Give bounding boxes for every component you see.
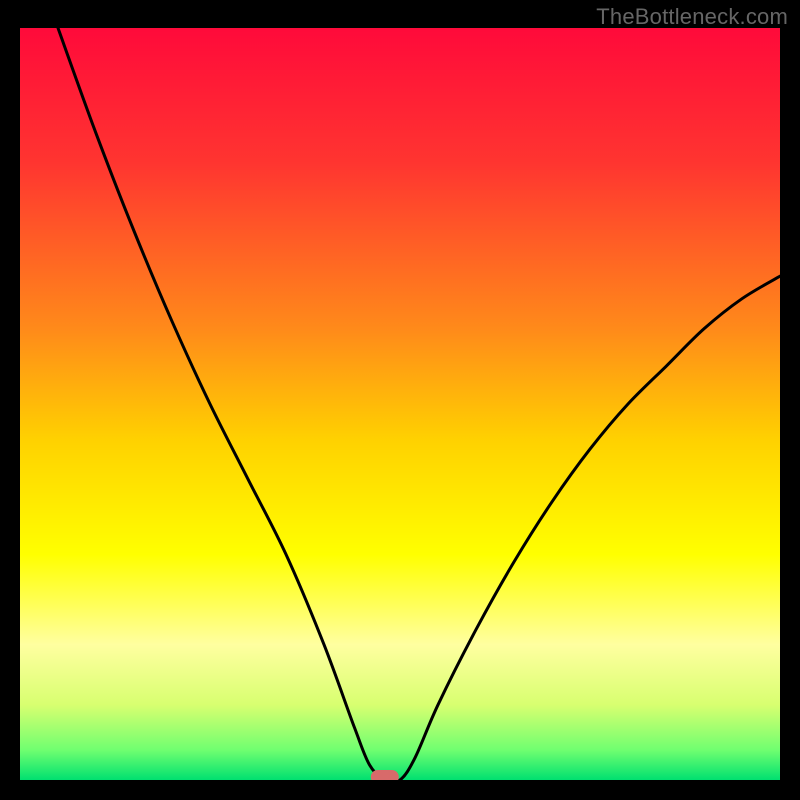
chart-frame: TheBottleneck.com (0, 0, 800, 800)
optimal-marker (371, 770, 399, 780)
gradient-background (20, 28, 780, 780)
bottleneck-plot (20, 28, 780, 780)
chart-svg (20, 28, 780, 780)
watermark: TheBottleneck.com (596, 4, 788, 30)
